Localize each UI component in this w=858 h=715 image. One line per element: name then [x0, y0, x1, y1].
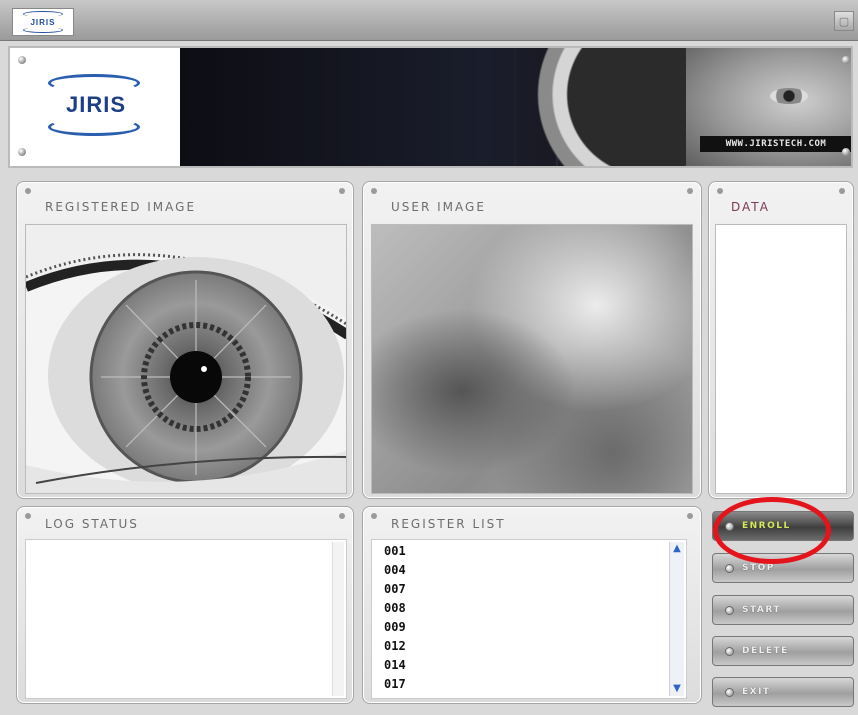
- list-item[interactable]: 014: [384, 656, 406, 675]
- close-icon: ▢: [838, 14, 850, 28]
- iris-image-graphic: [26, 225, 346, 493]
- start-button-label: START: [742, 605, 782, 615]
- list-item[interactable]: 019: [384, 694, 406, 698]
- log-status-textarea[interactable]: [25, 539, 347, 699]
- button-bullet-icon: [725, 687, 734, 697]
- stop-button[interactable]: STOP: [712, 553, 854, 583]
- list-item[interactable]: 009: [384, 618, 406, 637]
- registered-image-title: REGISTERED IMAGE: [45, 200, 197, 214]
- log-scrollbar[interactable]: [332, 542, 344, 696]
- screw-icon: [842, 56, 850, 64]
- user-image-title: USER IMAGE: [391, 200, 486, 214]
- button-bullet-icon: [725, 563, 734, 573]
- delete-button-label: DELETE: [742, 646, 789, 656]
- header-banner: JIRIS WWW.JIRISTECH.COM: [8, 46, 853, 168]
- data-title: DATA: [731, 200, 770, 214]
- window-close-button[interactable]: ▢: [834, 11, 854, 31]
- enroll-button[interactable]: ENROLL: [712, 511, 854, 541]
- button-bullet-icon: [725, 605, 734, 615]
- banner-url: WWW.JIRISTECH.COM: [700, 136, 851, 152]
- exit-button-label: EXIT: [742, 687, 771, 697]
- exit-button[interactable]: EXIT: [712, 677, 854, 707]
- list-item[interactable]: 017: [384, 675, 406, 694]
- delete-button[interactable]: DELETE: [712, 636, 854, 666]
- button-bullet-icon: [725, 646, 734, 656]
- user-camera-image: [371, 224, 693, 494]
- jiris-logo: JIRIS: [44, 74, 148, 136]
- register-list-items: 001 004 007 008 009 012 014 017 019: [384, 542, 406, 698]
- log-status-panel: LOG STATUS: [16, 506, 354, 704]
- scroll-up-icon[interactable]: ▲: [670, 542, 684, 556]
- enroll-button-label: ENROLL: [742, 521, 791, 531]
- app-logo-text: JIRIS: [30, 17, 56, 27]
- banner-logo-area: JIRIS: [10, 48, 180, 166]
- data-display: [715, 224, 847, 494]
- register-list-panel: REGISTER LIST 001 004 007 008 009 012 01…: [362, 506, 702, 704]
- list-item[interactable]: 008: [384, 599, 406, 618]
- jiris-logo-text: JIRIS: [65, 92, 127, 117]
- register-list-title: REGISTER LIST: [391, 517, 506, 531]
- list-item[interactable]: 007: [384, 580, 406, 599]
- user-image-panel: USER IMAGE: [362, 181, 702, 499]
- list-item[interactable]: 001: [384, 542, 406, 561]
- stop-button-label: STOP: [742, 563, 775, 573]
- list-item[interactable]: 012: [384, 637, 406, 656]
- button-bullet-icon: [725, 521, 734, 531]
- registered-image-panel: REGISTERED IMAGE: [16, 181, 354, 499]
- screw-icon: [842, 148, 850, 156]
- screw-icon: [18, 56, 26, 64]
- title-bar: JIRIS ▢: [0, 0, 858, 41]
- list-item[interactable]: 004: [384, 561, 406, 580]
- app-logo: JIRIS: [12, 8, 74, 36]
- start-button[interactable]: START: [712, 595, 854, 625]
- scroll-down-icon[interactable]: ▼: [670, 682, 684, 696]
- data-panel: DATA: [708, 181, 854, 499]
- log-status-title: LOG STATUS: [45, 517, 139, 531]
- banner-eye-graphic: [770, 88, 808, 104]
- screw-icon: [18, 148, 26, 156]
- register-list-scrollbar[interactable]: ▲ ▼: [669, 542, 684, 696]
- registered-iris-image: [25, 224, 347, 494]
- register-listbox[interactable]: 001 004 007 008 009 012 014 017 019 ▲ ▼: [371, 539, 687, 699]
